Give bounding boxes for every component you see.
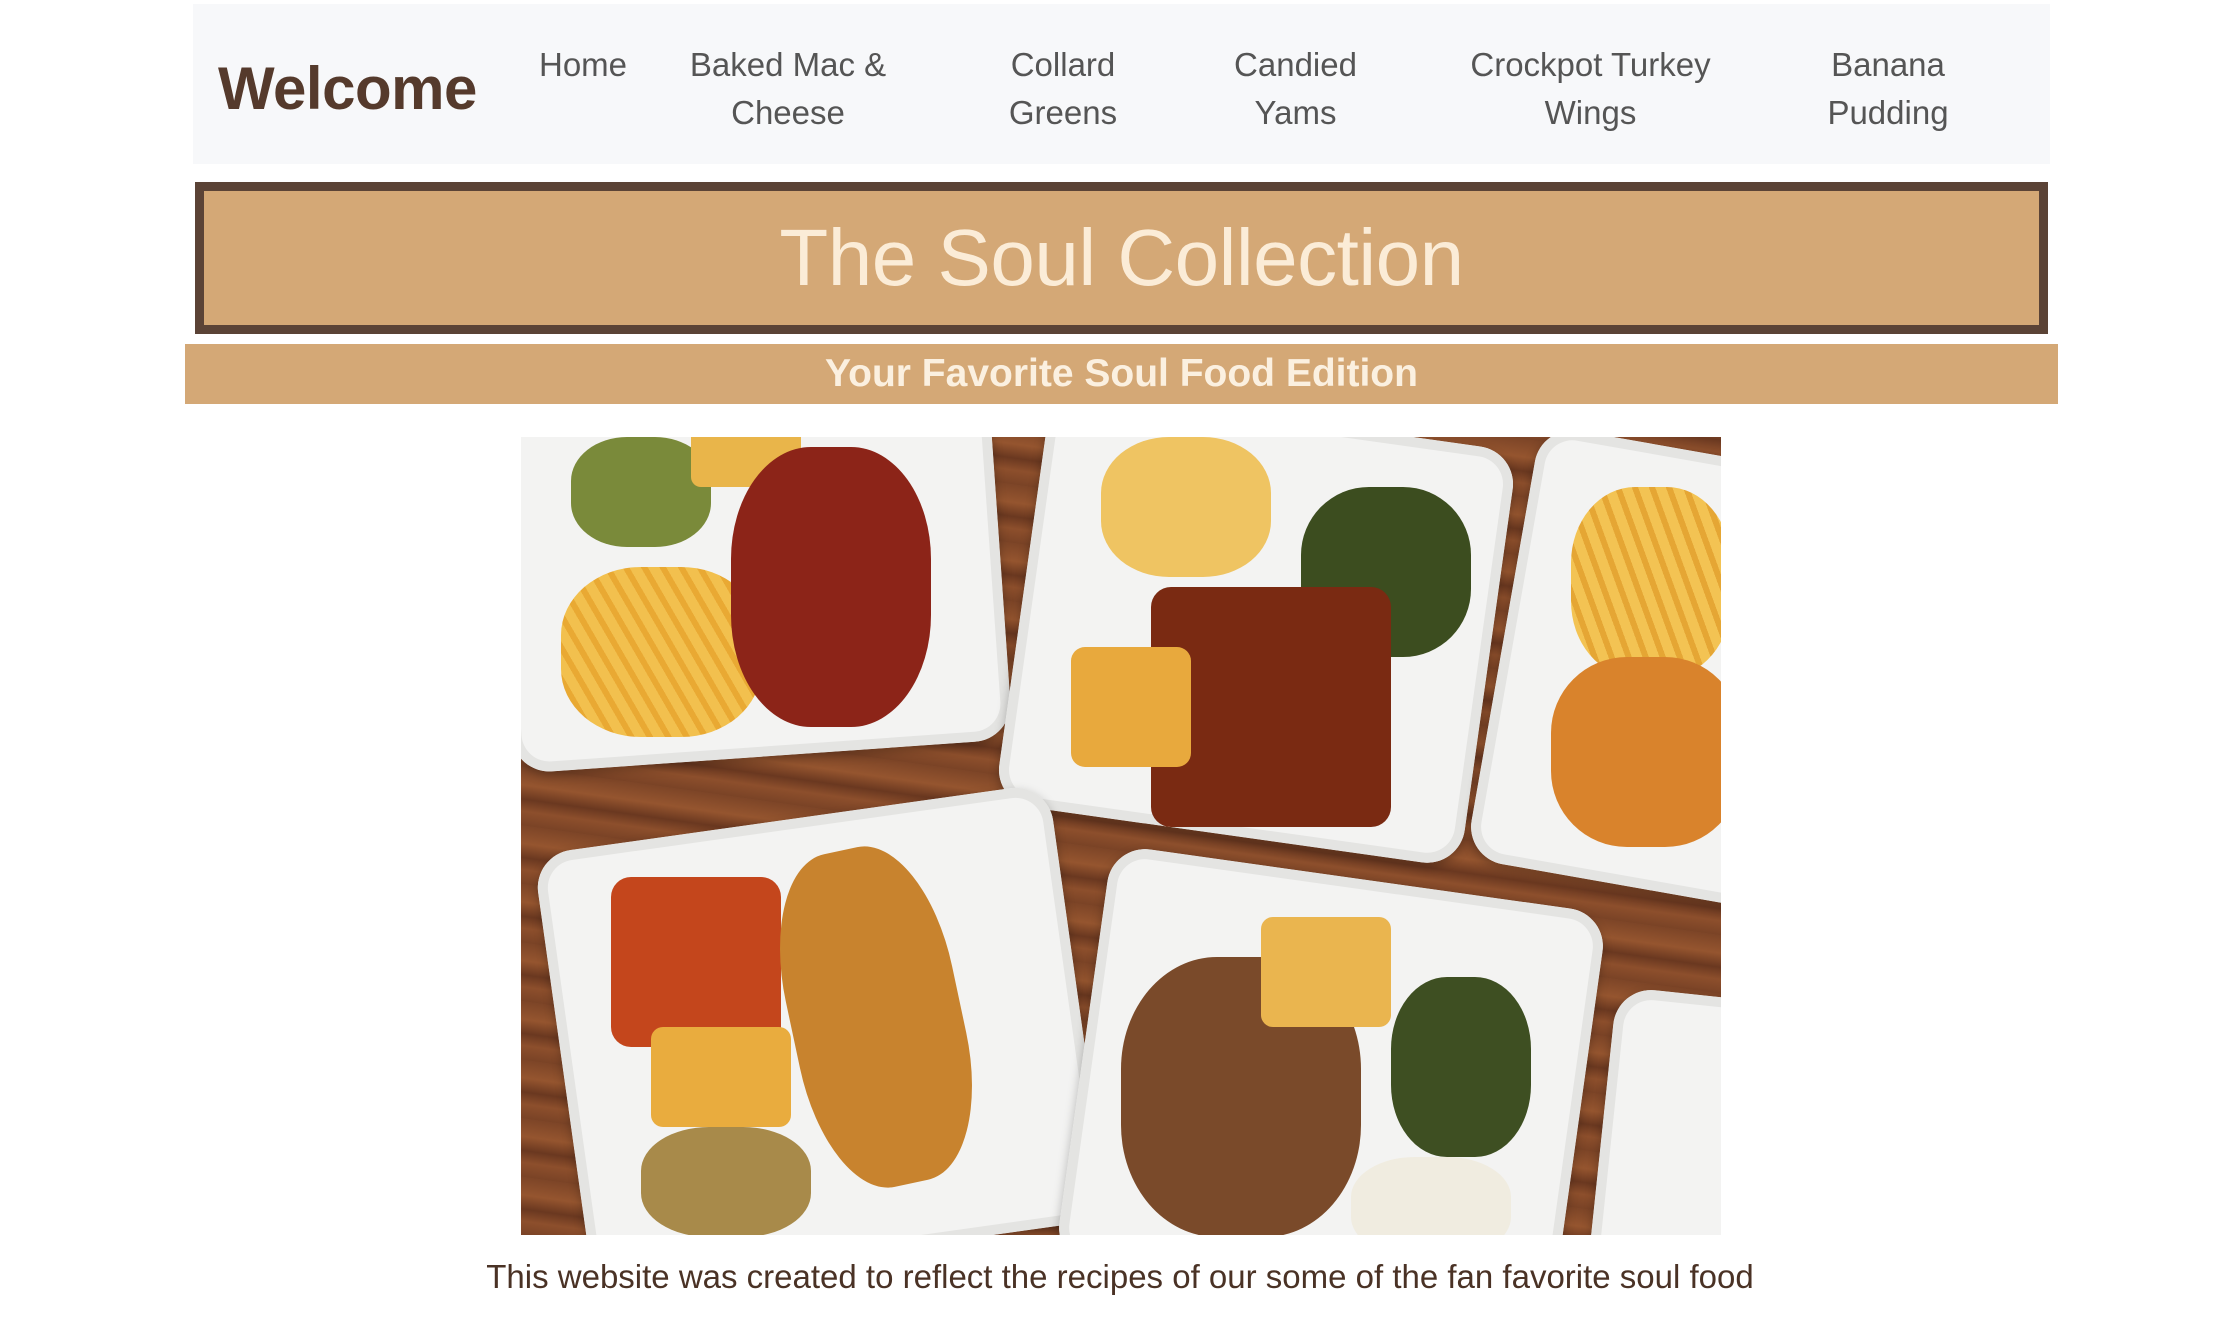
nav-candied-yams[interactable]: Candied Yams	[1228, 41, 1363, 137]
page: Welcome Home Baked Mac & Cheese Collard …	[0, 0, 2240, 1333]
page-subtitle: Your Favorite Soul Food Edition	[825, 352, 1418, 395]
mac-and-cheese	[1101, 437, 1271, 577]
fried-chicken	[1551, 657, 1721, 847]
candied-yams	[611, 877, 781, 1047]
cornbread	[651, 1027, 791, 1127]
nav-baked-mac-cheese[interactable]: Baked Mac & Cheese	[678, 41, 898, 137]
page-title: The Soul Collection	[779, 213, 1464, 302]
cabbage	[641, 1127, 811, 1235]
turkey-wings	[731, 447, 931, 727]
food-tray	[1585, 986, 1721, 1235]
navbar: Welcome Home Baked Mac & Cheese Collard …	[193, 4, 2050, 164]
title-banner: The Soul Collection	[195, 182, 2048, 334]
rice	[1351, 1157, 1511, 1235]
subtitle-banner: Your Favorite Soul Food Edition	[185, 344, 2058, 404]
brand-welcome[interactable]: Welcome	[218, 54, 477, 123]
nav-banana-pudding[interactable]: Banana Pudding	[1813, 41, 1963, 137]
fries	[1571, 487, 1721, 677]
cornbread	[1071, 647, 1191, 767]
nav-home[interactable]: Home	[523, 41, 643, 89]
intro-caption: This website was created to reflect the …	[486, 1258, 1754, 1295]
nav-crockpot-turkey-wings[interactable]: Crockpot Turkey Wings	[1458, 41, 1723, 137]
hero-image	[521, 437, 1721, 1235]
nav-collard-greens[interactable]: Collard Greens	[998, 41, 1128, 137]
cornbread	[1261, 917, 1391, 1027]
collard-greens	[1391, 977, 1531, 1157]
green-beans	[571, 437, 711, 547]
